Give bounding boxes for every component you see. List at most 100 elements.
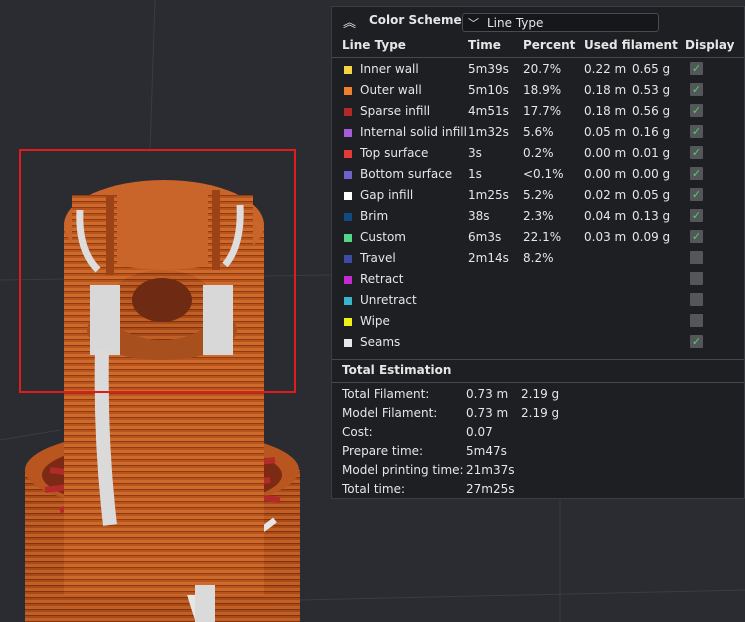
col-used-filament: Used filament (584, 38, 678, 52)
filament-length: 0.04 m (584, 209, 627, 223)
color-swatch (344, 87, 352, 95)
display-checkbox-checked[interactable]: ✓ (690, 146, 703, 159)
total-label: Prepare time: (342, 444, 424, 458)
filament-weight: 0.56 g (632, 104, 671, 118)
printed-model (25, 180, 300, 622)
display-checkbox-checked[interactable]: ✓ (690, 62, 703, 75)
display-checkbox-checked[interactable]: ✓ (690, 230, 703, 243)
legend-panel: ︽ Color Scheme ﹀ Line Type Line Type Tim… (331, 6, 745, 499)
table-row[interactable]: Inner wall 5m39s 20.7% 0.22 m 0.65 g ✓ (332, 59, 744, 80)
table-row[interactable]: Internal solid infill 1m32s 5.6% 0.05 m 0.16… (332, 122, 744, 143)
display-checkbox-checked[interactable]: ✓ (690, 83, 703, 96)
color-swatch (344, 318, 352, 326)
table-row[interactable]: Retract (332, 269, 744, 290)
table-row[interactable]: Sparse infill 4m51s 17.7% 0.18 m 0.56 g ✓ (332, 101, 744, 122)
percent-value: 17.7% (523, 104, 562, 118)
filament-length: 0.00 m (584, 146, 627, 160)
display-checkbox-checked[interactable]: ✓ (690, 188, 703, 201)
table-row[interactable]: Outer wall 5m10s 18.9% 0.18 m 0.53 g ✓ (332, 80, 744, 101)
time-value: 5m10s (468, 83, 509, 97)
display-checkbox-checked[interactable]: ✓ (690, 335, 703, 348)
divider (332, 359, 744, 360)
time-value: 4m51s (468, 104, 509, 118)
filament-length: 0.18 m (584, 83, 627, 97)
total-value: 0.07 (466, 425, 493, 439)
total-label: Model printing time: (342, 463, 464, 477)
filament-length: 0.03 m (584, 230, 627, 244)
divider (332, 382, 744, 383)
total-label: Total time: (342, 482, 405, 496)
display-checkbox[interactable] (690, 272, 703, 285)
total-row: Total time: 27m25s (332, 482, 744, 501)
percent-value: 8.2% (523, 251, 554, 265)
table-row[interactable]: Bottom surface 1s <0.1% 0.00 m 0.00 g ✓ (332, 164, 744, 185)
color-swatch (344, 297, 352, 305)
table-row[interactable]: Custom 6m3s 22.1% 0.03 m 0.09 g ✓ (332, 227, 744, 248)
total-label: Cost: (342, 425, 373, 439)
total-value: 5m47s (466, 444, 507, 458)
filament-length: 0.00 m (584, 167, 627, 181)
line-type-name: Brim (360, 209, 389, 223)
percent-value: 0.2% (523, 146, 554, 160)
table-row[interactable]: Wipe (332, 311, 744, 332)
table-header: Line Type Time Percent Used filament Dis… (332, 37, 744, 58)
total-row: Model Filament: 0.73 m 2.19 g (332, 406, 744, 425)
table-row[interactable]: Gap infill 1m25s 5.2% 0.02 m 0.05 g ✓ (332, 185, 744, 206)
time-value: 38s (468, 209, 490, 223)
color-swatch (344, 192, 352, 200)
filament-length: 0.22 m (584, 62, 627, 76)
total-weight: 2.19 g (521, 406, 560, 420)
total-estimation-title: Total Estimation (342, 363, 452, 377)
display-checkbox-checked[interactable]: ✓ (690, 209, 703, 222)
color-swatch (344, 171, 352, 179)
line-type-name: Bottom surface (360, 167, 453, 181)
line-type-name: Unretract (360, 293, 417, 307)
total-row: Model printing time: 21m37s (332, 463, 744, 482)
percent-value: 5.2% (523, 188, 554, 202)
color-swatch (344, 276, 352, 284)
total-row: Cost: 0.07 (332, 425, 744, 444)
display-checkbox-checked[interactable]: ✓ (690, 125, 703, 138)
filament-length: 0.02 m (584, 188, 627, 202)
color-swatch (344, 129, 352, 137)
color-swatch (344, 213, 352, 221)
display-checkbox-checked[interactable]: ✓ (690, 167, 703, 180)
filament-length: 0.05 m (584, 125, 627, 139)
table-row[interactable]: Brim 38s 2.3% 0.04 m 0.13 g ✓ (332, 206, 744, 227)
color-scheme-header: ︽ Color Scheme ﹀ Line Type (332, 7, 744, 37)
filament-weight: 0.00 g (632, 167, 671, 181)
filament-length: 0.18 m (584, 104, 627, 118)
line-type-name: Travel (360, 251, 396, 265)
line-type-name: Outer wall (360, 83, 422, 97)
total-value: 0.73 m (466, 406, 509, 420)
time-value: 3s (468, 146, 482, 160)
chevron-down-icon: ﹀ (468, 17, 479, 30)
filament-weight: 0.01 g (632, 146, 671, 160)
display-checkbox[interactable] (690, 293, 703, 306)
col-time: Time (468, 38, 501, 52)
table-row[interactable]: Top surface 3s 0.2% 0.00 m 0.01 g ✓ (332, 143, 744, 164)
time-value: 1s (468, 167, 482, 181)
collapse-chevron-icon[interactable]: ︽ (343, 12, 356, 31)
table-row[interactable]: Travel 2m14s 8.2% (332, 248, 744, 269)
total-value: 21m37s (466, 463, 515, 477)
col-line-type: Line Type (342, 38, 406, 52)
display-checkbox[interactable] (690, 314, 703, 327)
time-value: 2m14s (468, 251, 509, 265)
total-value: 0.73 m (466, 387, 509, 401)
percent-value: 20.7% (523, 62, 562, 76)
line-type-name: Sparse infill (360, 104, 431, 118)
color-swatch (344, 339, 352, 347)
line-type-name: Seams (360, 335, 401, 349)
line-type-name: Internal solid infill (360, 125, 467, 139)
table-row[interactable]: Unretract (332, 290, 744, 311)
line-type-name: Inner wall (360, 62, 419, 76)
color-scheme-value: Line Type (487, 16, 544, 30)
filament-weight: 0.16 g (632, 125, 671, 139)
display-checkbox-checked[interactable]: ✓ (690, 104, 703, 117)
color-scheme-dropdown[interactable]: ﹀ Line Type (462, 13, 659, 32)
line-type-name: Retract (360, 272, 404, 286)
display-checkbox[interactable] (690, 251, 703, 264)
table-row[interactable]: Seams ✓ (332, 332, 744, 353)
total-row: Total Filament: 0.73 m 2.19 g (332, 387, 744, 406)
